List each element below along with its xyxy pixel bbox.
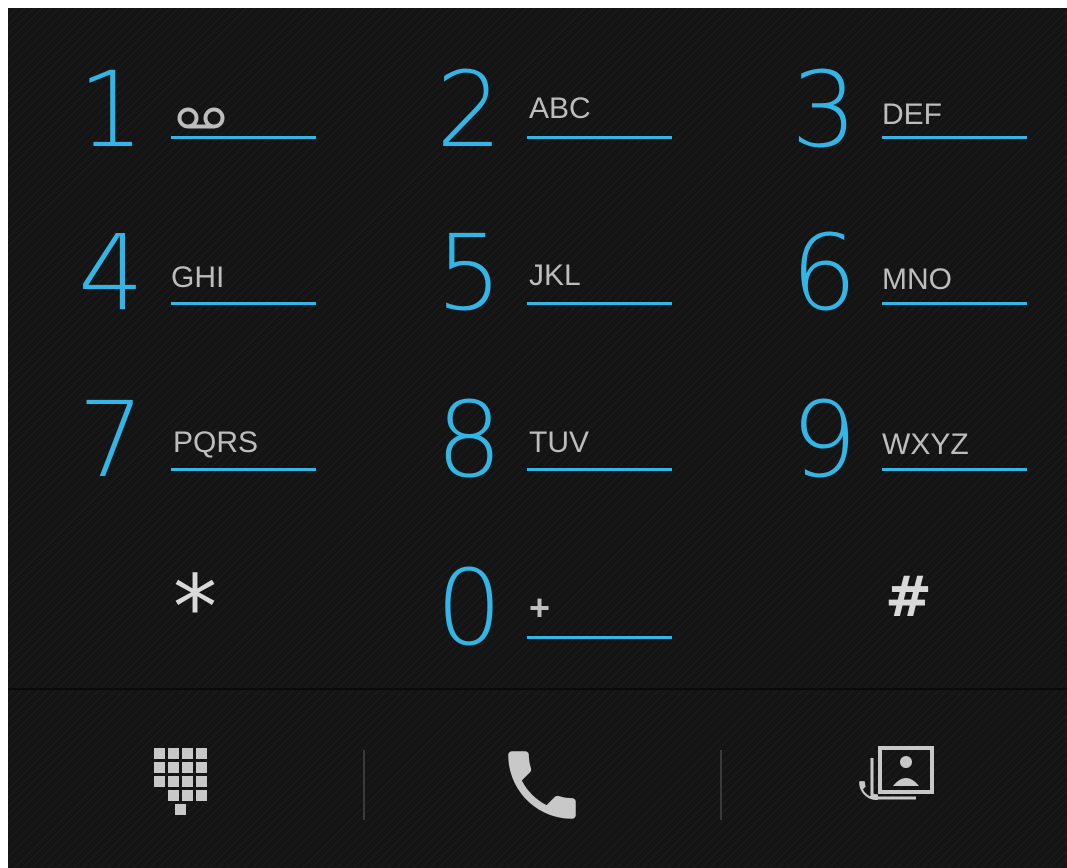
- key-2[interactable]: 2 ABC: [436, 48, 776, 198]
- key-letters: +: [529, 587, 551, 628]
- key-letters: PQRS: [173, 426, 259, 459]
- key-underline: [171, 468, 316, 471]
- key-8[interactable]: 8 TUV: [436, 380, 776, 530]
- key-6[interactable]: 6 MNO: [791, 213, 1067, 363]
- contacts-button[interactable]: [722, 690, 1067, 868]
- dialpad-icon: [154, 748, 207, 815]
- key-1[interactable]: 1: [78, 48, 418, 198]
- key-digit: 4: [78, 212, 144, 334]
- key-underline: [527, 302, 672, 305]
- key-digit: 5: [436, 212, 502, 334]
- key-letters: DEF: [882, 98, 942, 131]
- key-symbol: *: [173, 556, 217, 659]
- key-underline: [527, 468, 672, 471]
- key-9[interactable]: 9 WXYZ: [791, 380, 1067, 530]
- key-3[interactable]: 3 DEF: [791, 48, 1067, 198]
- key-digit: 0: [436, 547, 502, 669]
- dialer-screen: 1 2 ABC 3 DEF 4 GHI 5 JKL 6 MNO 7 PQRS 8…: [8, 8, 1067, 868]
- key-underline: [171, 136, 316, 139]
- key-underline: [171, 302, 316, 305]
- key-letters: JKL: [529, 259, 581, 292]
- key-digit: 2: [436, 49, 502, 171]
- phone-icon: [508, 751, 576, 819]
- key-letters: TUV: [529, 426, 589, 459]
- key-letters: MNO: [882, 263, 952, 296]
- key-underline: [527, 636, 672, 639]
- contacts-icon: [859, 746, 934, 801]
- key-digit: 3: [791, 49, 857, 171]
- key-0[interactable]: 0 +: [436, 548, 776, 698]
- key-digit: 1: [78, 49, 144, 171]
- key-star[interactable]: *: [78, 548, 418, 698]
- key-underline: [882, 136, 1027, 139]
- key-underline: [882, 468, 1027, 471]
- key-4[interactable]: 4 GHI: [78, 213, 418, 363]
- key-letters: WXYZ: [882, 428, 969, 461]
- key-digit: 9: [791, 379, 857, 501]
- key-hash[interactable]: #: [791, 548, 1067, 698]
- key-letters: GHI: [171, 261, 225, 294]
- key-digit: 6: [791, 212, 857, 334]
- dialpad-toggle-button[interactable]: [8, 690, 363, 868]
- key-underline: [882, 302, 1027, 305]
- key-digit: 8: [436, 379, 502, 501]
- key-digit: 7: [78, 379, 144, 501]
- key-underline: [527, 136, 672, 139]
- key-5[interactable]: 5 JKL: [436, 213, 776, 363]
- call-button[interactable]: [365, 690, 720, 868]
- voicemail-icon: [177, 107, 225, 129]
- key-7[interactable]: 7 PQRS: [78, 380, 418, 530]
- key-letters: ABC: [529, 92, 591, 125]
- key-symbol: #: [885, 565, 932, 630]
- bottom-action-bar: [8, 688, 1067, 868]
